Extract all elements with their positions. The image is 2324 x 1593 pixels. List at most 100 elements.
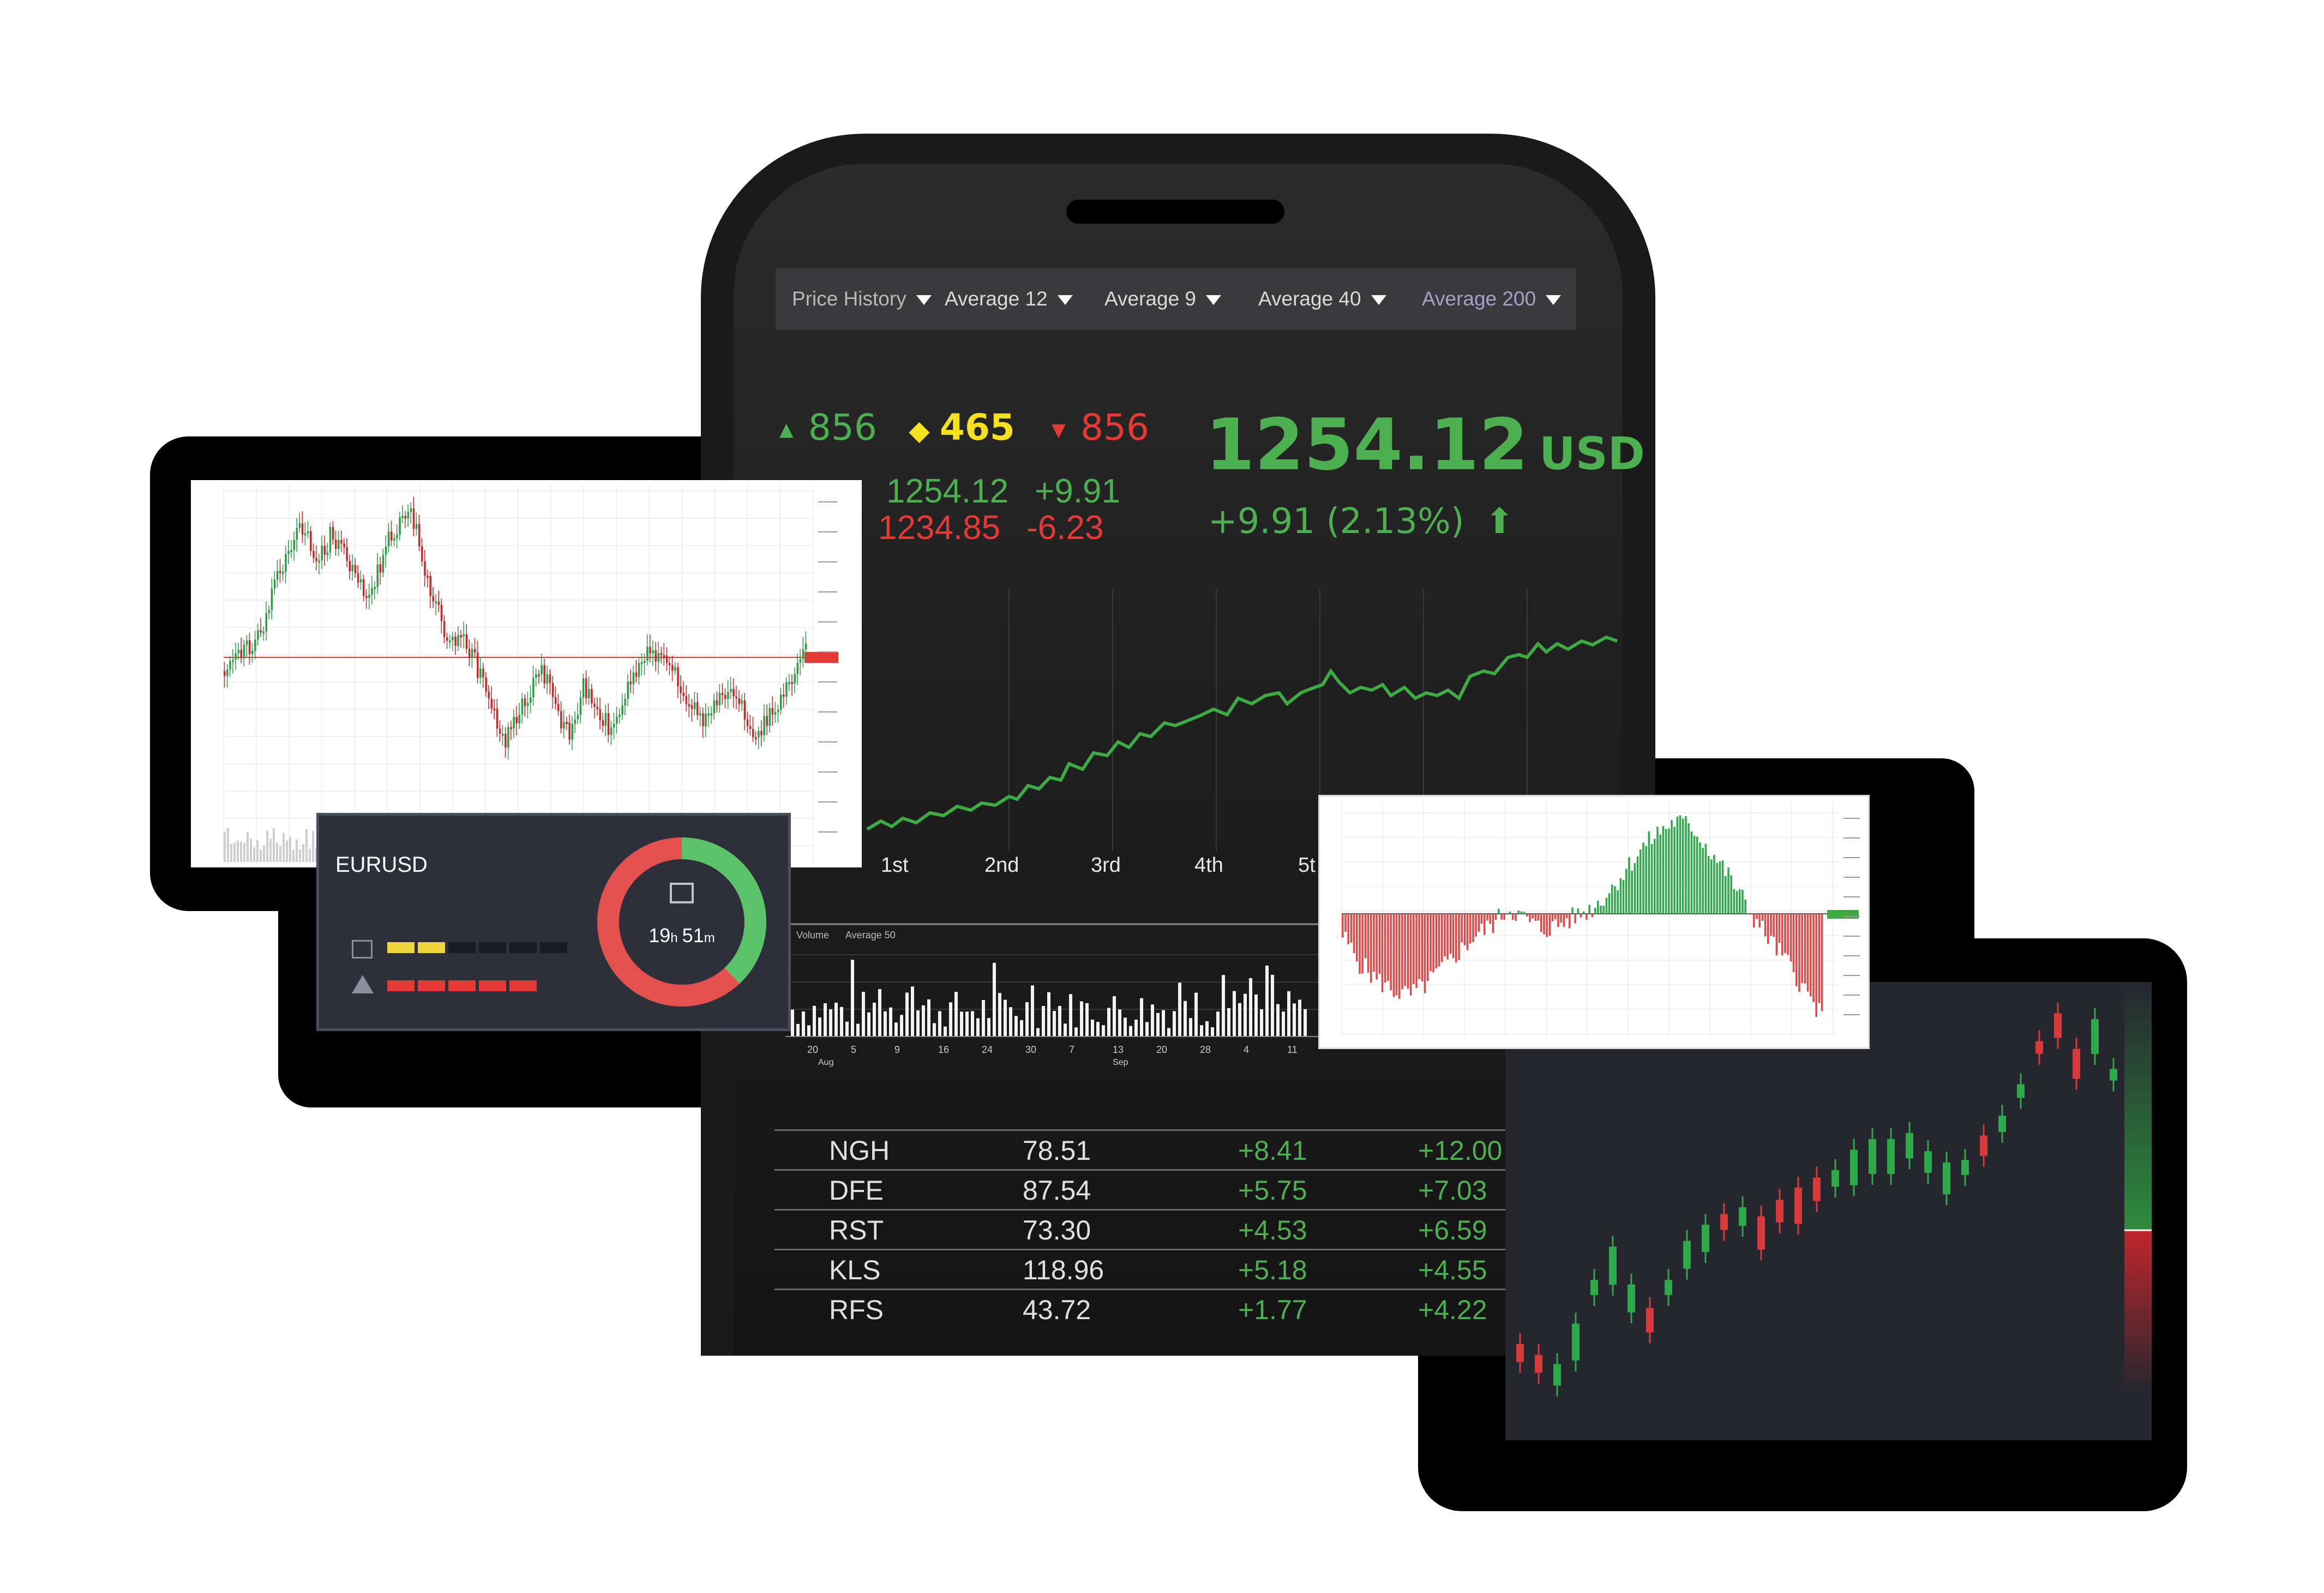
candle [568, 722, 571, 740]
candle [596, 706, 598, 709]
volume-bar [1156, 1013, 1160, 1037]
oscillator-bar [1594, 907, 1596, 914]
candle [602, 720, 604, 726]
volume-bar [938, 1011, 941, 1037]
x-axis-label-2nd: 2nd [984, 854, 1019, 877]
tab-price-history[interactable]: Price History [792, 268, 932, 330]
candle [616, 716, 618, 724]
oscillator-bar [1628, 857, 1630, 914]
volume-bar [834, 1002, 838, 1037]
candle [357, 573, 359, 583]
volume-bars [791, 960, 1307, 1037]
candle [507, 727, 509, 748]
oscillator-bar [1702, 848, 1704, 914]
candle [724, 695, 726, 699]
row-divider [774, 1249, 1505, 1250]
oscillator-bar [1565, 914, 1568, 919]
candle [549, 674, 551, 683]
candle [463, 634, 465, 637]
oscillator-bar [1679, 815, 1682, 914]
oscillator-bar [1818, 914, 1821, 1003]
oscillator-bar [1515, 914, 1517, 921]
candle [563, 722, 565, 728]
volume-bar [1304, 1009, 1307, 1037]
tab-average-12[interactable]: Average 12 [945, 268, 1073, 330]
oscillator-bar [1736, 891, 1738, 914]
candle [680, 686, 682, 693]
candle [499, 728, 501, 734]
candle [335, 540, 337, 549]
candle [457, 635, 459, 646]
oscillator-bar [1662, 826, 1665, 914]
signal-segment [387, 980, 415, 991]
oscillator-bar [1361, 914, 1364, 974]
advancing-count: 856 [808, 406, 877, 448]
candle [1961, 1160, 1969, 1175]
volume-bar [1293, 1003, 1296, 1037]
oscillator-bar [1489, 914, 1491, 924]
tab-average-40[interactable]: Average 40 [1258, 268, 1386, 330]
candle [771, 708, 774, 715]
oscillator-bar [1725, 876, 1727, 914]
candle [485, 677, 487, 692]
candle [477, 652, 479, 678]
tab-average-200[interactable]: Average 200 [1422, 268, 1562, 330]
volume-bar [889, 1007, 892, 1037]
oscillator-bar [1387, 914, 1389, 981]
oscillator-bar [1413, 914, 1415, 984]
oscillator-bar [1821, 914, 1823, 1011]
candle [412, 508, 415, 529]
volume-bar [240, 841, 242, 862]
candle [1906, 1133, 1913, 1159]
candle [2091, 1019, 2099, 1055]
oscillator-bar [1580, 914, 1582, 918]
oscillator-bar [1704, 843, 1707, 914]
oscillator-bar [1696, 836, 1698, 914]
oscillator-bar [1654, 839, 1656, 914]
candle [1628, 1284, 1635, 1313]
oscillator-bar [1778, 914, 1781, 943]
candle [391, 531, 393, 541]
candle [804, 643, 807, 650]
eurusd-card[interactable]: EURUSD 19h 51m [316, 813, 791, 1031]
candle [293, 540, 295, 550]
volume-bar [1031, 985, 1034, 1037]
table-row[interactable]: RFS 43.72 +1.77 +4.22 [774, 1289, 1505, 1328]
candle [329, 526, 332, 553]
oscillator-bar [1798, 914, 1800, 992]
candle [340, 540, 343, 544]
candle [432, 596, 434, 602]
oscillator-bar [1373, 914, 1375, 972]
oscillator-bar [1775, 914, 1778, 956]
candle [260, 630, 262, 633]
candle [632, 672, 635, 685]
candle [374, 587, 376, 590]
oscillator-bar [1810, 914, 1812, 997]
table-row[interactable]: RST 73.30 +4.53 +6.59 [774, 1209, 1505, 1249]
candle [346, 547, 348, 561]
volume-bar [1118, 1009, 1121, 1037]
volume-bar [998, 993, 1001, 1037]
candle [766, 716, 768, 726]
date-tick-label: 9 [894, 1044, 900, 1055]
oscillator-bar [1554, 914, 1557, 920]
table-row[interactable]: DFE 87.54 +5.75 +7.03 [774, 1169, 1505, 1209]
candle [1980, 1135, 1987, 1156]
volume-bar [1124, 1017, 1127, 1037]
oscillator-bar [1673, 827, 1676, 914]
oscillator-chart [1341, 802, 1860, 1037]
candle [240, 650, 243, 658]
oscillator-bar [1622, 879, 1625, 914]
table-row[interactable]: NGH 78.51 +8.41 +12.00 [774, 1129, 1505, 1169]
date-tick-label: 7 [1069, 1044, 1074, 1055]
candle [502, 733, 504, 736]
pair-label: EURUSD [335, 853, 428, 877]
volume-bar [905, 992, 909, 1037]
oscillator-bar [1699, 842, 1701, 914]
candle [530, 697, 532, 703]
oscillator-bar [1367, 914, 1370, 973]
table-row[interactable]: KLS 118.96 +5.18 +4.55 [774, 1249, 1505, 1289]
oscillator-bar [1586, 914, 1588, 920]
tab-average-9[interactable]: Average 9 [1104, 268, 1221, 330]
x-axis-label-5th: 5t [1298, 854, 1316, 877]
